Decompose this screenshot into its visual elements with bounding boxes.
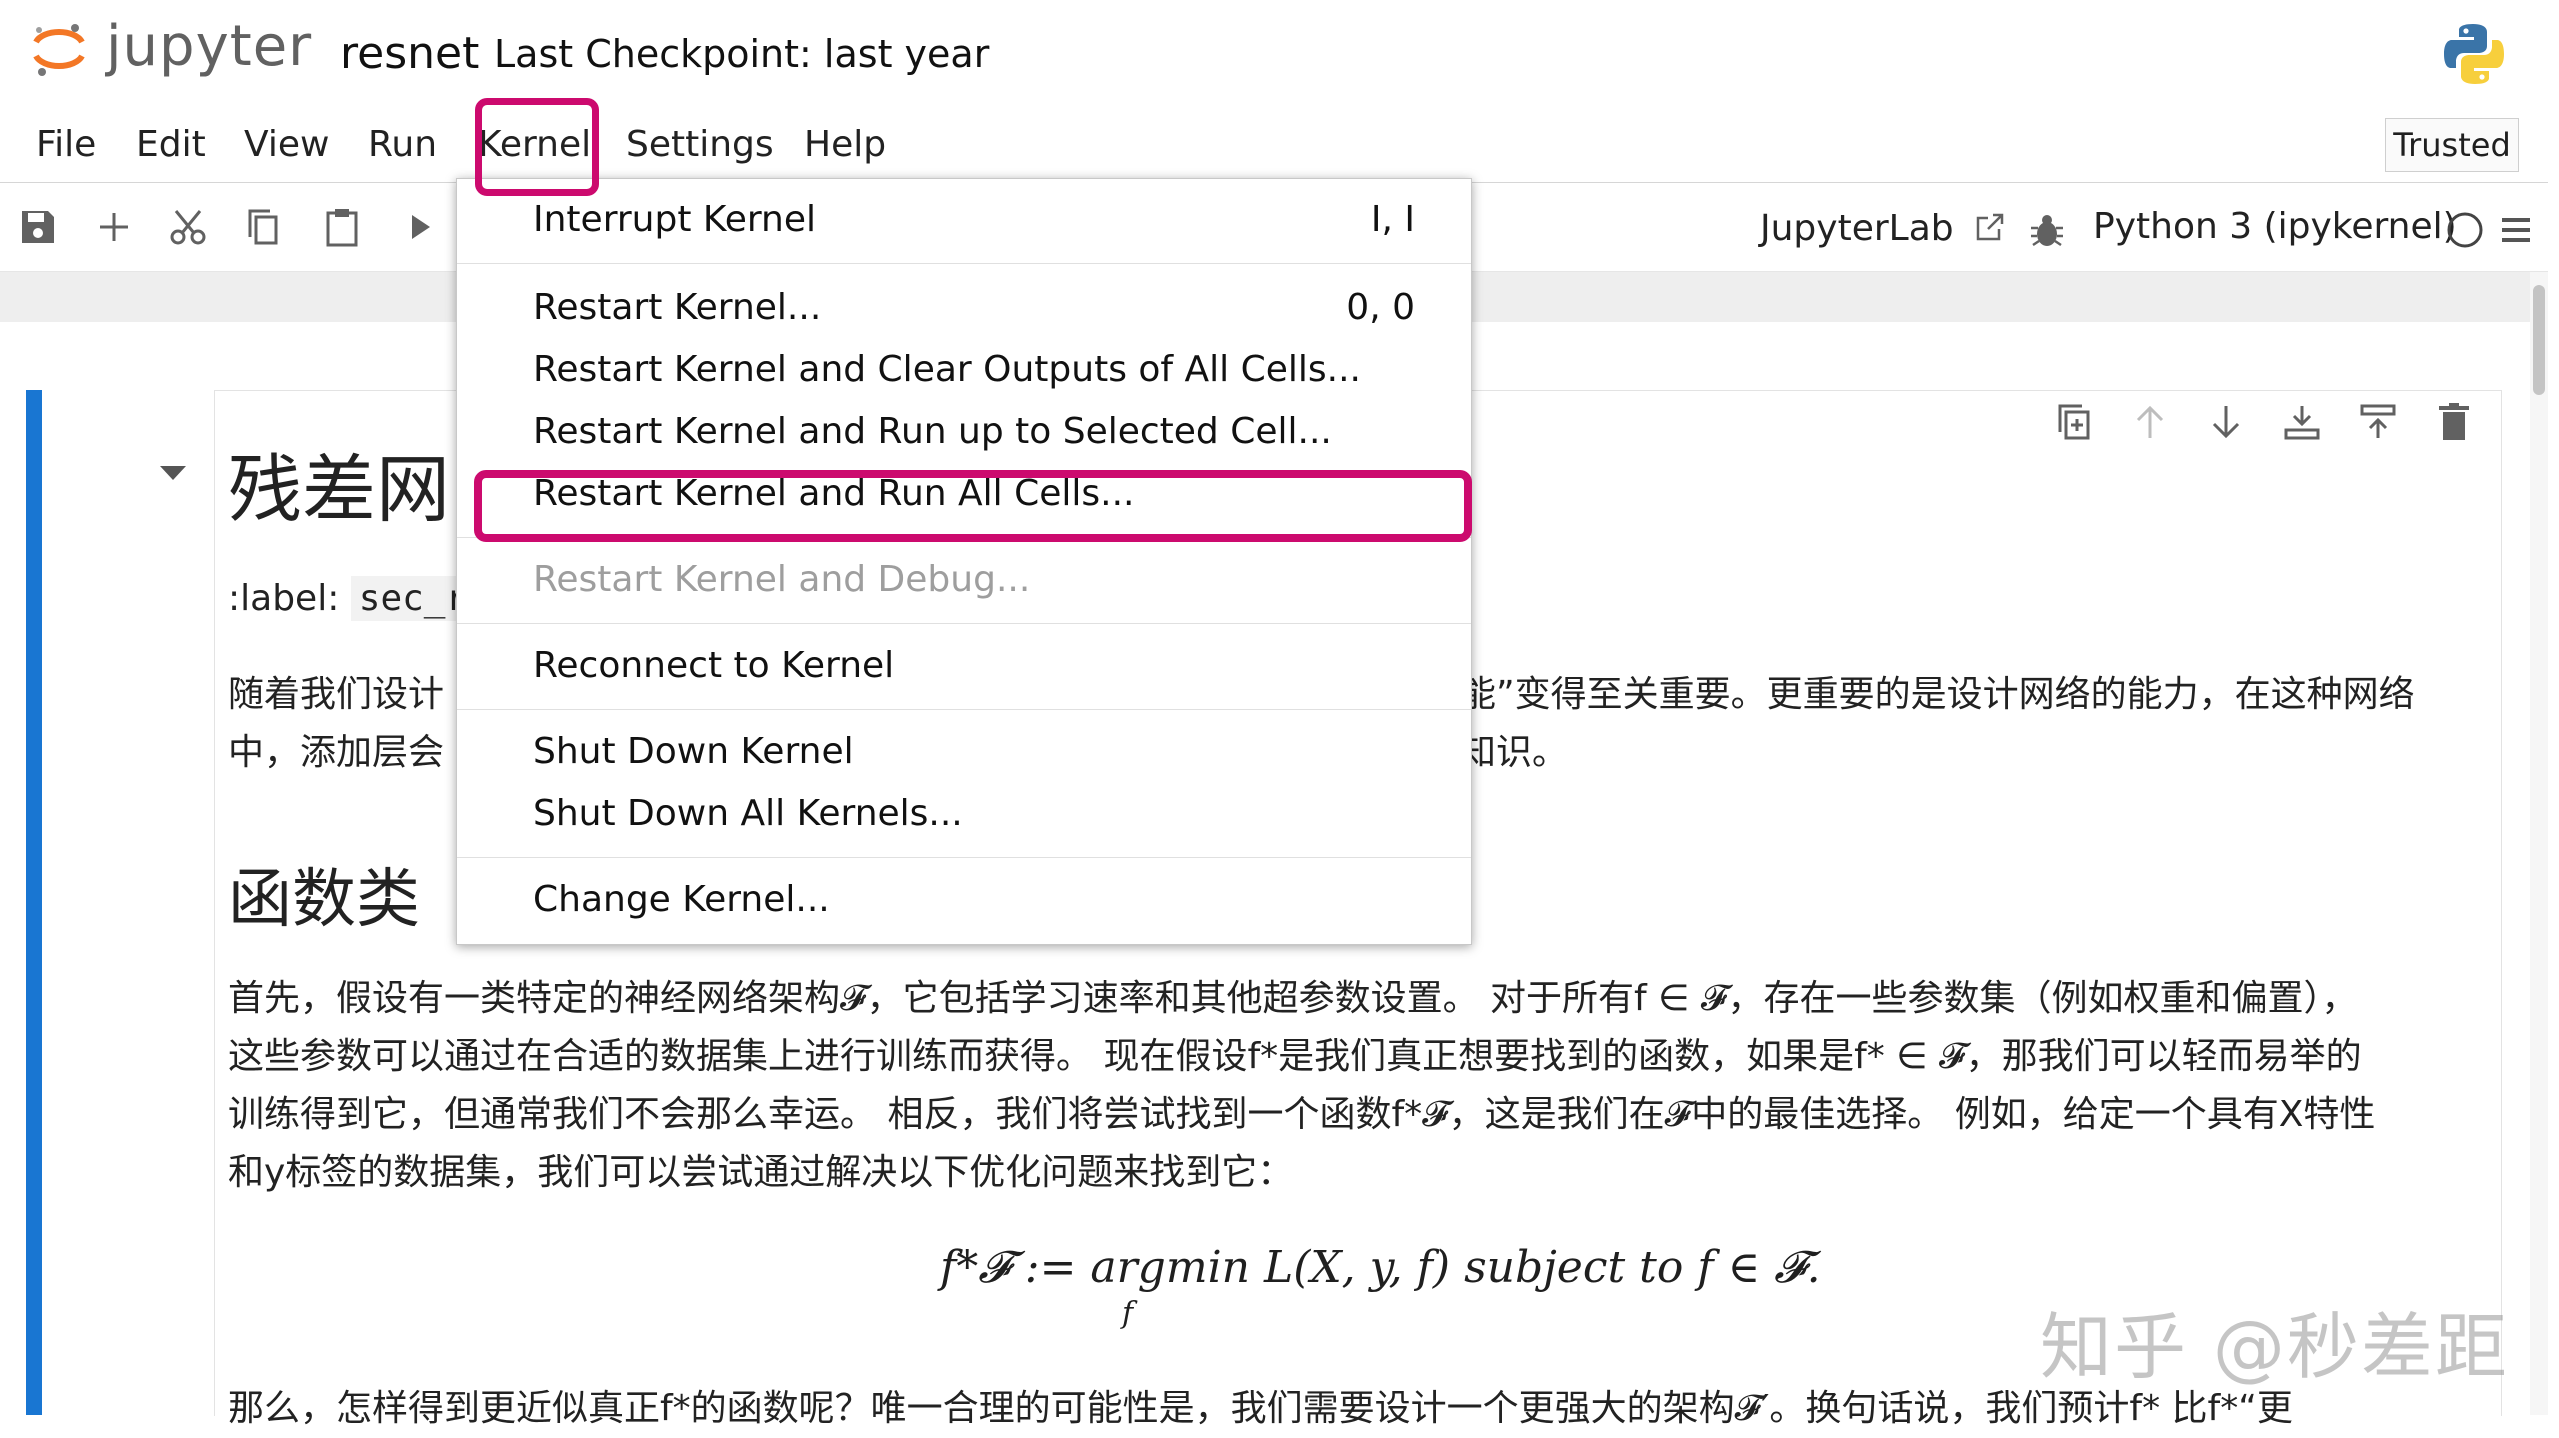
menu-separator <box>457 623 1471 624</box>
jupyterlab-label: JupyterLab <box>1760 208 1954 249</box>
menu-run[interactable]: Run <box>368 124 437 165</box>
shortcut-interrupt: I, I <box>1370 199 1415 240</box>
menu-shutdown-all-kernels[interactable]: Shut Down All Kernels... <box>533 793 963 834</box>
intro-line-1-right: 能”变得至关重要。更重要的是设计网络的能力，在这种网络 <box>1460 674 2415 715</box>
paragraph-cut-line: 那么，怎样得到更近似真正f*的函数呢？唯一合理的可能性是，我们需要设计一个更强大… <box>228 1388 2293 1429</box>
delete-cell-icon[interactable] <box>2432 400 2476 444</box>
python-logo-icon <box>2444 24 2504 84</box>
menu-restart-run-to-selected[interactable]: Restart Kernel and Run up to Selected Ce… <box>533 411 1332 452</box>
menu-interrupt-kernel[interactable]: Interrupt Kernel <box>533 199 816 240</box>
active-cell-indicator[interactable] <box>26 390 42 1415</box>
bug-icon[interactable] <box>2026 210 2068 252</box>
menu-file[interactable]: File <box>36 124 96 165</box>
equation: f*𝓕 := argmin L(X, y, f) subject to f ∈ … <box>940 1242 1821 1293</box>
menu-settings[interactable]: Settings <box>626 124 774 165</box>
watermark: 知乎 @秒差距 <box>2040 1305 2509 1389</box>
paragraph-line: 首先，假设有一类特定的神经网络架构𝓕，它包括学习速率和其他超参数设置。 对于所有… <box>228 978 2358 1019</box>
scrollbar-track[interactable] <box>2530 272 2548 1415</box>
kernel-status-circle-icon <box>2447 212 2483 248</box>
intro-line-1-left: 随着我们设计 <box>228 674 445 715</box>
menu-edit[interactable]: Edit <box>136 124 206 165</box>
menu-separator <box>457 857 1471 858</box>
menu-change-kernel[interactable]: Change Kernel... <box>533 879 830 920</box>
move-up-icon[interactable] <box>2128 400 2172 444</box>
save-icon[interactable] <box>14 203 62 251</box>
menu-view[interactable]: View <box>244 124 329 165</box>
jupyterlab-link[interactable]: JupyterLab <box>1760 206 2007 249</box>
equation-subscript: f <box>1122 1296 1134 1331</box>
notebook-title[interactable]: resnet <box>340 28 479 79</box>
menu-reconnect-kernel[interactable]: Reconnect to Kernel <box>533 645 894 686</box>
menu-restart-kernel[interactable]: Restart Kernel... <box>533 287 821 328</box>
move-down-icon[interactable] <box>2204 400 2248 444</box>
copy-icon[interactable] <box>240 203 288 251</box>
intro-line-2-left: 中，添加层会 <box>228 732 445 773</box>
duplicate-cell-icon[interactable] <box>2054 400 2098 444</box>
last-checkpoint: Last Checkpoint: last year <box>494 32 990 76</box>
menu-lines-icon[interactable] <box>2498 210 2534 250</box>
highlight-box-run-all <box>474 470 1472 542</box>
jupyter-logo-icon[interactable] <box>30 20 88 78</box>
cut-icon[interactable] <box>164 203 212 251</box>
menu-bar: File Edit View Run Kernel Settings Help <box>0 110 2548 183</box>
notebook-heading: 残差网 <box>228 447 450 533</box>
trusted-indicator[interactable]: Trusted <box>2385 118 2519 172</box>
scrollbar-thumb[interactable] <box>2533 285 2545 395</box>
paste-icon[interactable] <box>318 203 366 251</box>
shortcut-restart: 0, 0 <box>1346 287 1415 328</box>
menu-restart-clear-outputs[interactable]: Restart Kernel and Clear Outputs of All … <box>533 349 1361 390</box>
paragraph-line: 训练得到它，但通常我们不会那么幸运。 相反，我们将尝试找到一个函数f*𝓕，这是我… <box>228 1094 2376 1135</box>
paragraph-line: 这些参数可以通过在合适的数据集上进行训练而获得。 现在假设f*是我们真正想要找到… <box>228 1036 2362 1077</box>
highlight-box-kernel-menu <box>475 98 599 196</box>
jupyter-wordmark: jupyter <box>106 14 313 79</box>
intro-line-2-right: 知识。 <box>1460 732 1569 773</box>
kernel-name[interactable]: Python 3 (ipykernel) <box>2093 206 2457 247</box>
insert-above-icon[interactable] <box>2280 400 2324 444</box>
external-link-icon <box>1976 213 2004 241</box>
label-prefix: :label: <box>228 578 340 619</box>
run-icon[interactable] <box>396 203 444 251</box>
section-heading: 函数类 <box>228 863 420 937</box>
menu-help[interactable]: Help <box>804 124 886 165</box>
menu-separator <box>457 263 1471 264</box>
menu-separator <box>457 709 1471 710</box>
collapse-caret-icon[interactable] <box>156 462 190 486</box>
kernel-dropdown-menu: Interrupt Kernel I, I Restart Kernel... … <box>456 178 1472 945</box>
menu-restart-debug: Restart Kernel and Debug... <box>533 559 1031 600</box>
insert-below-icon[interactable] <box>2356 400 2400 444</box>
menu-shutdown-kernel[interactable]: Shut Down Kernel <box>533 731 854 772</box>
add-cell-icon[interactable] <box>90 203 138 251</box>
paragraph-line: 和y标签的数据集，我们可以尝试通过解决以下优化问题来找到它： <box>228 1152 1294 1193</box>
